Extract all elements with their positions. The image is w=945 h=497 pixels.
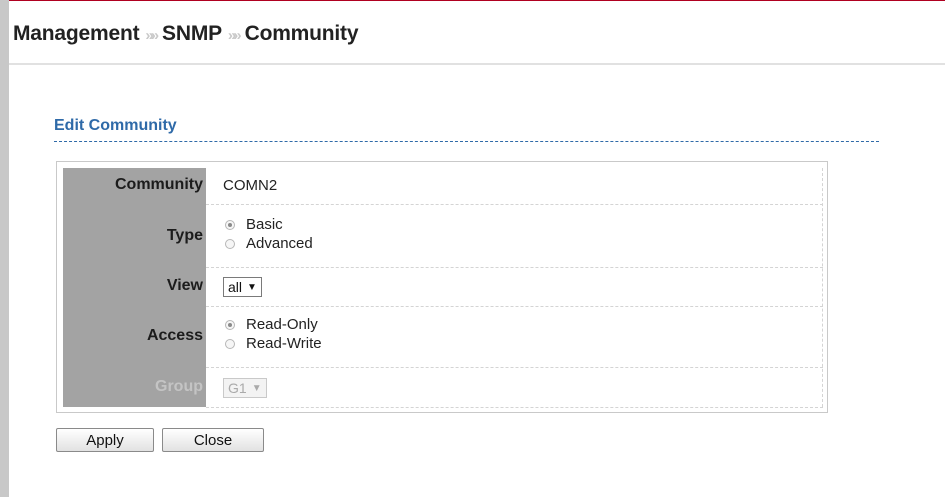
view-select-value: all — [228, 279, 243, 295]
access-row: Access Read-Only Read-Write — [63, 307, 823, 367]
type-label: Type — [166, 227, 203, 244]
view-row: View all ▼ — [63, 268, 823, 306]
access-option-read-only[interactable]: Read-Only — [223, 315, 322, 334]
community-value: COMN2 — [223, 177, 278, 194]
community-row: Community COMN2 — [63, 168, 823, 204]
view-label: View — [166, 277, 203, 294]
breadcrumb: Management »» SNMP »» Community — [13, 22, 359, 46]
access-option-label: Read-Write — [246, 335, 322, 352]
access-option-read-write[interactable]: Read-Write — [223, 334, 322, 353]
type-option-label: Basic — [246, 216, 283, 233]
type-option-basic[interactable]: Basic — [223, 215, 313, 234]
dropdown-arrow-icon: ▼ — [251, 382, 262, 394]
breadcrumb-item-community: Community — [244, 22, 359, 45]
view-select[interactable]: all ▼ — [223, 277, 262, 297]
dropdown-arrow-icon: ▼ — [247, 281, 257, 293]
close-button[interactable]: Close — [162, 428, 264, 452]
access-option-label: Read-Only — [246, 316, 318, 333]
section-title: Edit Community — [54, 117, 177, 134]
breadcrumb-item-management[interactable]: Management — [13, 22, 140, 46]
header-divider — [9, 63, 945, 65]
group-row: Group G1 ▼ — [63, 368, 823, 407]
type-row: Type Basic Advanced — [63, 205, 823, 267]
row-divider — [206, 407, 823, 408]
top-border-line — [0, 0, 945, 1]
group-label: Group — [155, 378, 203, 395]
radio-unselected-icon[interactable] — [225, 338, 235, 349]
left-frame-bar — [0, 0, 9, 497]
radio-selected-icon[interactable] — [225, 219, 235, 230]
type-option-label: Advanced — [246, 235, 313, 252]
apply-button[interactable]: Apply — [56, 428, 154, 452]
community-label: Community — [115, 176, 203, 193]
radio-unselected-icon[interactable] — [225, 238, 235, 249]
access-label: Access — [146, 327, 203, 344]
group-select-value: G1 — [228, 380, 247, 396]
breadcrumb-separator-icon: »» — [145, 26, 159, 44]
access-radio-group: Read-Only Read-Write — [223, 315, 322, 353]
breadcrumb-item-snmp[interactable]: SNMP — [162, 22, 222, 46]
breadcrumb-separator-icon: »» — [227, 26, 242, 44]
type-radio-group: Basic Advanced — [223, 215, 313, 253]
section-divider — [54, 141, 879, 142]
group-select: G1 ▼ — [223, 378, 267, 398]
radio-selected-icon[interactable] — [225, 319, 235, 330]
type-option-advanced[interactable]: Advanced — [223, 234, 313, 253]
